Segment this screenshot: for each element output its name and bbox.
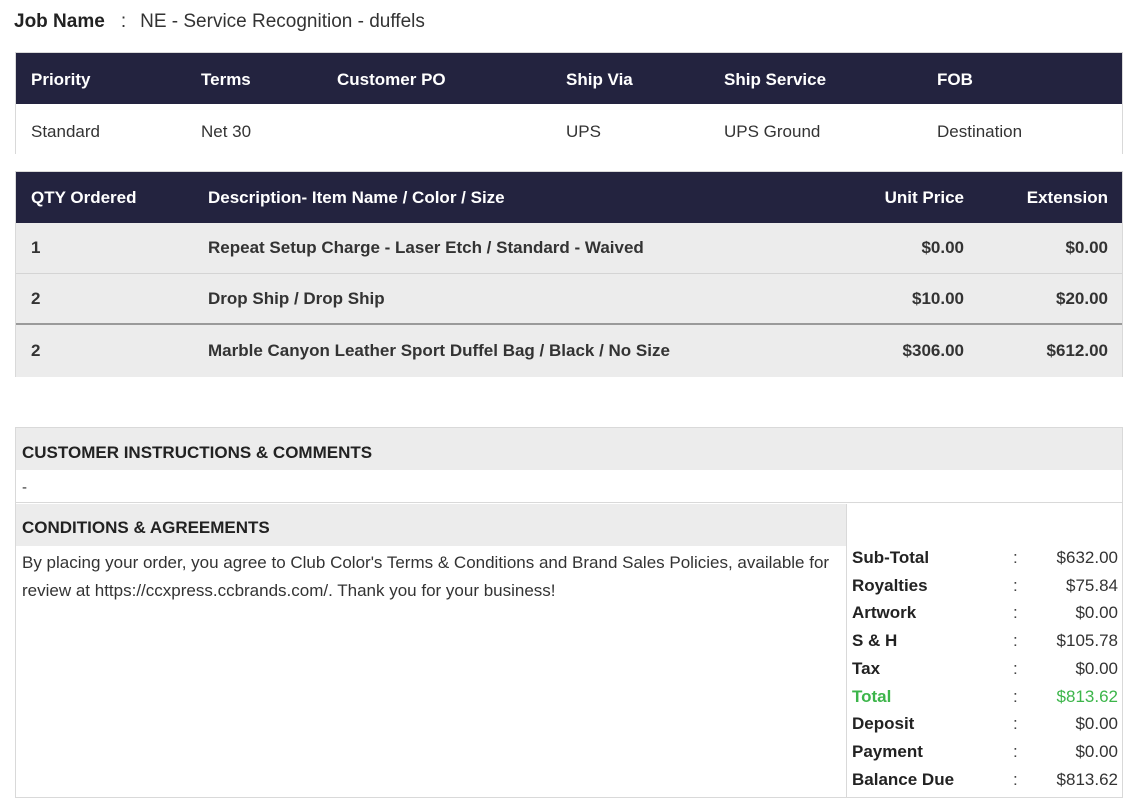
- table-row: 2 Drop Ship / Drop Ship $10.00 $20.00: [16, 274, 1122, 325]
- customer-instructions-title: CUSTOMER INSTRUCTIONS & COMMENTS: [22, 443, 373, 462]
- instructions-section: CUSTOMER INSTRUCTIONS & COMMENTS - CONDI…: [15, 427, 1123, 798]
- totals-separator: :: [1013, 714, 1018, 734]
- totals-value: $0.00: [1075, 603, 1118, 623]
- header-unit-price: Unit Price: [884, 187, 964, 207]
- header-qty: QTY Ordered: [31, 187, 137, 207]
- totals-row-shipping: S & H : $105.78: [852, 631, 1118, 659]
- item-extension: $612.00: [1046, 341, 1108, 360]
- totals-label: Royalties: [852, 575, 928, 595]
- totals-row-royalties: Royalties : $75.84: [852, 576, 1118, 604]
- totals-value: $813.62: [1056, 769, 1118, 789]
- header-description: Description- Item Name / Color / Size: [208, 187, 505, 207]
- item-unit-price: $306.00: [902, 341, 964, 360]
- totals-value: $75.84: [1066, 575, 1118, 595]
- totals-row-total: Total : $813.62: [852, 687, 1118, 715]
- totals-row-tax: Tax : $0.00: [852, 659, 1118, 687]
- item-extension: $0.00: [1065, 238, 1108, 257]
- table-row: 1 Repeat Setup Charge - Laser Etch / Sta…: [16, 223, 1122, 274]
- totals-row-payment: Payment : $0.00: [852, 742, 1118, 770]
- totals-separator: :: [1013, 658, 1018, 678]
- table-row: 2 Marble Canyon Leather Sport Duffel Bag…: [16, 325, 1122, 377]
- item-description: Drop Ship / Drop Ship: [208, 288, 385, 308]
- header-fob: FOB: [937, 70, 973, 89]
- order-info-values: Standard Net 30 UPS UPS Ground Destinati…: [16, 104, 1122, 154]
- item-qty: 2: [31, 288, 41, 308]
- item-description: Marble Canyon Leather Sport Duffel Bag /…: [208, 341, 670, 360]
- totals-separator: :: [1013, 686, 1018, 706]
- totals-separator: :: [1013, 603, 1018, 623]
- totals-value: $0.00: [1075, 658, 1118, 678]
- totals-row-balance-due: Balance Due : $813.62: [852, 770, 1118, 798]
- totals-value: $632.00: [1056, 548, 1118, 567]
- header-priority: Priority: [31, 70, 91, 89]
- totals-value: $0.00: [1075, 741, 1118, 761]
- totals-label: Deposit: [852, 714, 915, 734]
- totals-label: Tax: [852, 658, 881, 678]
- job-name-separator: :: [120, 11, 127, 32]
- header-ship-service: Ship Service: [724, 70, 827, 89]
- customer-instructions-body: -: [16, 470, 1122, 503]
- job-name-label: Job Name: [14, 11, 105, 32]
- item-unit-price: $0.00: [921, 238, 964, 257]
- job-name-row: Job Name : NE - Service Recognition - du…: [14, 10, 425, 34]
- customer-instructions-text: -: [22, 479, 27, 496]
- totals-label: Total: [852, 686, 892, 706]
- totals-value: $813.62: [1056, 686, 1118, 706]
- header-extension: Extension: [1026, 187, 1108, 207]
- header-customer-po: Customer PO: [337, 70, 446, 89]
- totals-divider: [846, 504, 847, 798]
- conditions-title: CONDITIONS & AGREEMENTS: [22, 518, 270, 537]
- item-description: Repeat Setup Charge - Laser Etch / Stand…: [208, 238, 644, 257]
- value-priority: Standard: [31, 122, 100, 141]
- value-fob: Destination: [937, 122, 1023, 141]
- customer-instructions-header: CUSTOMER INSTRUCTIONS & COMMENTS: [16, 428, 1122, 470]
- job-name-value: NE - Service Recognition - duffels: [140, 11, 425, 32]
- totals-row-artwork: Artwork : $0.00: [852, 603, 1118, 631]
- conditions-header: CONDITIONS & AGREEMENTS: [16, 504, 846, 546]
- totals-separator: :: [1013, 741, 1018, 761]
- totals-label: Sub-Total: [852, 548, 930, 567]
- totals-separator: :: [1013, 631, 1018, 651]
- value-ship-via: UPS: [566, 122, 601, 141]
- totals-value: $105.78: [1056, 631, 1118, 651]
- totals-row-deposit: Deposit : $0.00: [852, 714, 1118, 742]
- totals-value: $0.00: [1075, 714, 1118, 734]
- value-terms: Net 30: [201, 122, 252, 141]
- header-ship-via: Ship Via: [566, 70, 633, 89]
- totals-row-subtotal: Sub-Total : $632.00: [852, 548, 1118, 576]
- item-unit-price: $10.00: [912, 288, 964, 308]
- totals-label: Artwork: [852, 603, 917, 623]
- totals-label: S & H: [852, 631, 898, 651]
- line-items-header: QTY Ordered Description- Item Name / Col…: [16, 172, 1122, 223]
- item-extension: $20.00: [1056, 288, 1108, 308]
- item-qty: 2: [31, 341, 41, 360]
- totals-separator: :: [1013, 548, 1018, 567]
- item-qty: 1: [31, 238, 41, 257]
- line-items-table: QTY Ordered Description- Item Name / Col…: [15, 171, 1123, 377]
- order-info-header: Priority Terms Customer PO Ship Via Ship…: [16, 53, 1122, 104]
- totals-label: Payment: [852, 741, 923, 761]
- totals-separator: :: [1013, 575, 1018, 595]
- value-ship-service: UPS Ground: [724, 122, 821, 141]
- header-terms: Terms: [201, 70, 251, 89]
- totals-separator: :: [1013, 769, 1018, 789]
- conditions-text: By placing your order, you agree to Club…: [22, 553, 830, 600]
- totals-label: Balance Due: [852, 769, 955, 789]
- order-info-table: Priority Terms Customer PO Ship Via Ship…: [15, 52, 1123, 154]
